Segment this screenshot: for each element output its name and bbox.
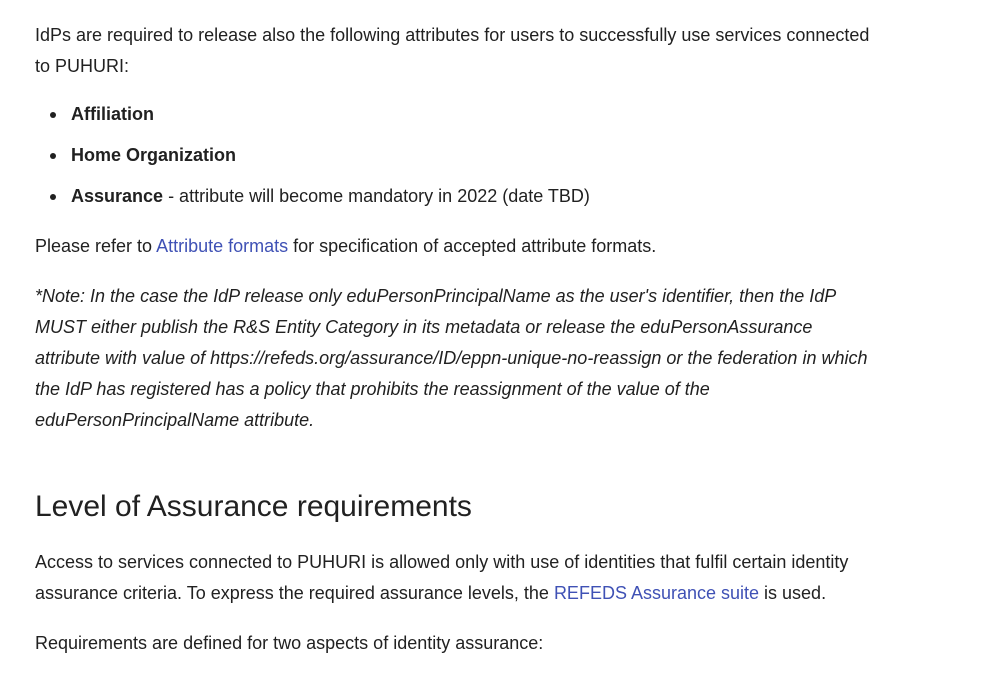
document-content: IdPs are required to release also the fo…	[35, 20, 875, 659]
attribute-list: Affiliation Home Organization Assurance …	[35, 99, 875, 212]
access-paragraph: Access to services connected to PUHURI i…	[35, 547, 875, 609]
attribute-name: Affiliation	[71, 104, 154, 124]
list-item: Assurance - attribute will become mandat…	[35, 181, 875, 212]
access-text-after: is used.	[759, 583, 827, 603]
document-page: IdPs are required to release also the fo…	[0, 0, 981, 691]
bullet-icon	[50, 153, 56, 159]
section-heading: Level of Assurance requirements	[35, 490, 472, 523]
attribute-name: Home Organization	[71, 145, 237, 165]
list-item: Affiliation	[35, 99, 875, 130]
note-paragraph: *Note: In the case the IdP release only …	[35, 286, 868, 430]
intro-paragraph: IdPs are required to release also the fo…	[35, 25, 870, 76]
refer-text-before: Please refer to	[35, 236, 157, 256]
attribute-note: - attribute will become mandatory in 202…	[163, 186, 590, 206]
attribute-formats-link[interactable]: Attribute formats	[156, 236, 288, 256]
refer-paragraph: Please refer to Attribute formats for sp…	[35, 231, 875, 262]
bullet-icon	[50, 194, 56, 200]
requirements-paragraph: Requirements are defined for two aspects…	[35, 633, 544, 653]
attribute-name: Assurance	[71, 186, 164, 206]
refer-text-after: for specification of accepted attribute …	[288, 236, 657, 256]
refeds-assurance-link[interactable]: REFEDS Assurance suite	[554, 583, 759, 603]
bullet-icon	[50, 112, 56, 118]
list-item: Home Organization	[35, 140, 875, 171]
